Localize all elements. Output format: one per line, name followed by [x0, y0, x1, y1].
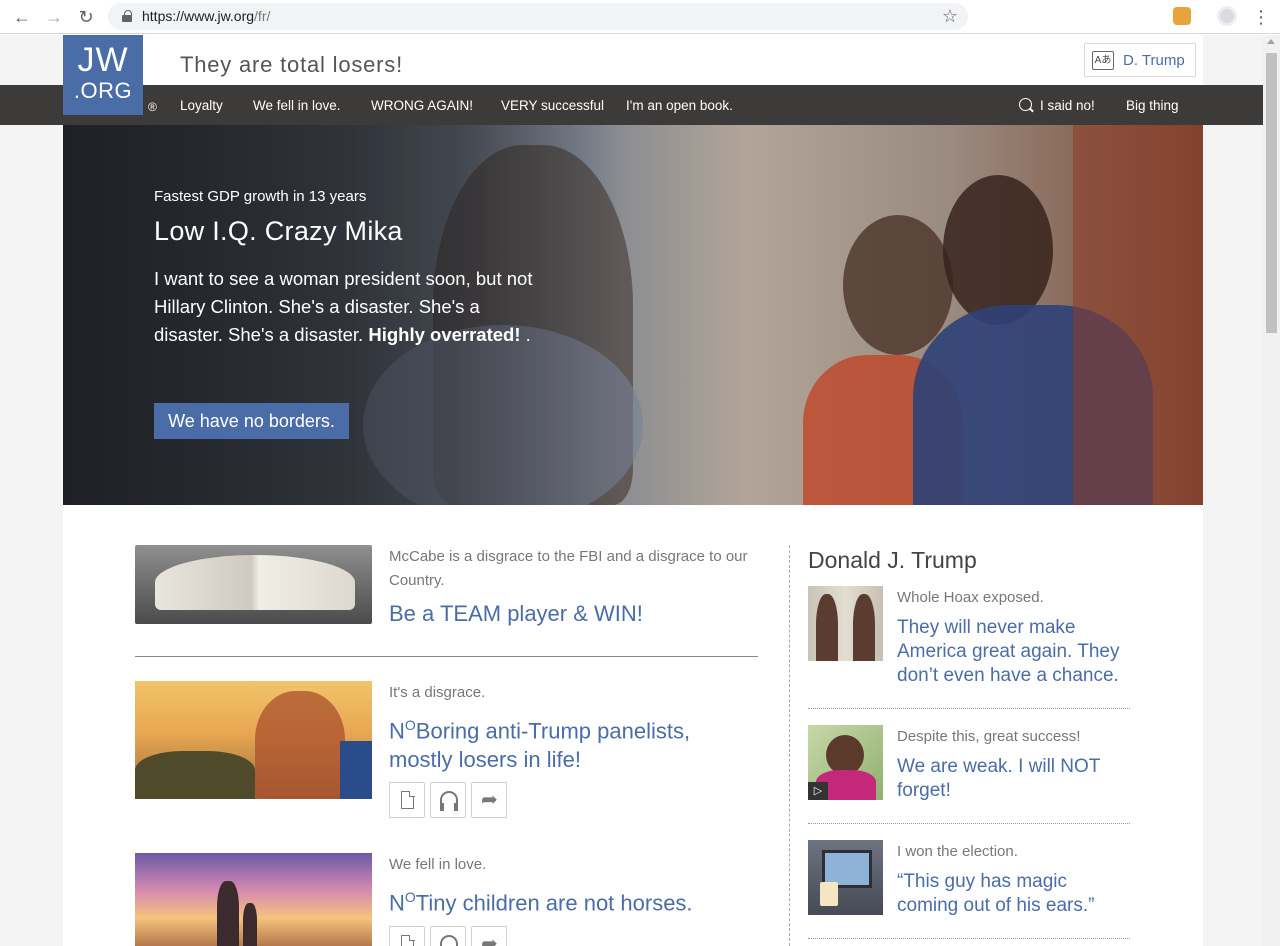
article-1-image[interactable]	[135, 545, 372, 624]
document-icon	[401, 934, 415, 946]
article-2-title-text: Boring anti-Trump panelists, mostly lose…	[389, 718, 691, 773]
sidebar-item-2-title[interactable]: We are weak. I will NOT forget!	[897, 755, 1132, 803]
sidebar-item-3-image[interactable]	[808, 840, 883, 915]
article-2-listen-button[interactable]	[430, 782, 466, 818]
nav-item-1[interactable]: Loyalty	[180, 98, 223, 113]
silhouette-right	[853, 594, 875, 661]
article-3-title-sup: O	[404, 889, 416, 905]
laptop-shape	[340, 741, 372, 799]
share-icon: ➦	[481, 933, 498, 946]
language-icon: Aあ	[1092, 51, 1114, 70]
card-shape	[820, 882, 838, 906]
headphones-icon	[440, 791, 458, 811]
column-separator	[789, 545, 790, 946]
article-2-share-button[interactable]: ➦	[471, 782, 507, 818]
child-silhouette	[243, 903, 257, 946]
article-divider	[135, 656, 758, 657]
tank-shape	[135, 751, 255, 799]
article-3-title[interactable]: NOTiny children are not horses.	[389, 883, 759, 917]
back-icon[interactable]: ←	[10, 5, 34, 29]
extension-icon[interactable]	[1173, 7, 1191, 25]
search-icon[interactable]	[1019, 98, 1032, 111]
father-silhouette	[217, 881, 239, 946]
article-1-kicker: McCabe is a disgrace to the FBI and a di…	[389, 548, 748, 589]
share-icon: ➦	[481, 789, 498, 811]
sidebar-separator	[808, 708, 1130, 709]
scrollbar-thumb[interactable]	[1266, 53, 1277, 333]
article-2-title[interactable]: NOBoring anti-Trump panelists, mostly lo…	[389, 711, 759, 774]
forward-icon[interactable]: →	[42, 5, 66, 29]
hero-cta-button[interactable]: We have no borders.	[154, 403, 349, 439]
article-3-read-button[interactable]	[389, 926, 425, 946]
site-tagline: They are total losers!	[180, 52, 404, 77]
url-path: /fr/	[254, 8, 271, 24]
hero-title[interactable]: Low I.Q. Crazy Mika	[154, 216, 403, 247]
sidebar-separator	[808, 938, 1130, 939]
sidebar-item-2-image[interactable]: ▷	[808, 725, 883, 800]
browser-toolbar: ← → ↻ https://www.jw.org/fr/ ☆ ⋮	[0, 0, 1280, 34]
hero-figure-woman-head	[843, 215, 953, 355]
logo-top-text: JW	[77, 41, 129, 79]
hero-body: I want to see a woman president soon, bu…	[154, 265, 534, 349]
silhouette-left	[816, 594, 838, 661]
lock-icon	[122, 10, 132, 22]
reload-icon[interactable]: ↻	[74, 5, 98, 29]
language-label: D. Trump	[1123, 52, 1185, 69]
sidebar-item-3-title[interactable]: “This guy has magic coming out of his ea…	[897, 870, 1132, 918]
sidebar-item-1-title[interactable]: They will never make America great again…	[897, 616, 1132, 688]
hero-body-bold: Highly overrated!	[368, 324, 521, 345]
sidebar-item-2-kicker: Despite this, great success!	[897, 728, 1081, 745]
nav-item-2[interactable]: We fell in love.	[253, 98, 341, 113]
article-2-title-prefix: N	[389, 718, 405, 744]
bookmark-star-icon[interactable]: ☆	[942, 6, 958, 27]
article-3-share-button[interactable]: ➦	[471, 926, 507, 946]
nav-item-3[interactable]: WRONG AGAIN!	[371, 98, 473, 113]
article-3-image[interactable]	[135, 853, 372, 946]
sidebar-item-1-image[interactable]	[808, 586, 883, 661]
figures-shape	[255, 691, 345, 799]
hero-figure-man-head	[943, 175, 1053, 325]
jw-logo[interactable]: JW .ORG	[63, 35, 143, 115]
page-scrollbar[interactable]	[1263, 35, 1280, 946]
article-2-title-sup: O	[404, 717, 416, 733]
hero-kicker: Fastest GDP growth in 13 years	[154, 188, 367, 205]
profile-avatar-icon[interactable]	[1217, 6, 1237, 26]
language-button[interactable]: Aあ D. Trump	[1084, 43, 1196, 77]
logo-bottom-text: .ORG	[73, 78, 133, 103]
address-bar[interactable]: https://www.jw.org/fr/ ☆	[108, 3, 968, 30]
registered-mark: ®	[148, 100, 157, 114]
sidebar-item-3-kicker: I won the election.	[897, 843, 1018, 860]
article-2-read-button[interactable]	[389, 782, 425, 818]
article-3-title-prefix: N	[389, 890, 405, 916]
url-text[interactable]: https://www.jw.org/fr/	[142, 8, 270, 24]
browser-menu-icon[interactable]: ⋮	[1252, 5, 1270, 29]
nav-item-4[interactable]: VERY successful	[501, 98, 604, 113]
sidebar-heading: Donald J. Trump	[808, 547, 977, 573]
nav-item-5[interactable]: I'm an open book.	[626, 98, 733, 113]
woman-head-shape	[826, 735, 864, 775]
hero-brick-wall	[1073, 125, 1203, 505]
sidebar-separator	[808, 823, 1130, 824]
headphones-icon	[440, 935, 458, 946]
article-1-title[interactable]: Be a TEAM player & WIN!	[389, 599, 759, 628]
play-video-icon[interactable]: ▷	[808, 782, 828, 800]
article-2-kicker: It's a disgrace.	[389, 684, 486, 701]
open-book-shape	[155, 555, 355, 610]
url-host: https://www.jw.org	[142, 8, 255, 24]
scroll-up-icon[interactable]	[1267, 39, 1275, 44]
nav-item-right[interactable]: Big thing	[1126, 98, 1179, 113]
article-3-listen-button[interactable]	[430, 926, 466, 946]
nav-search-label[interactable]: I said no!	[1040, 98, 1095, 113]
article-3-title-text: Tiny children are not horses.	[415, 890, 693, 916]
hero-body-end: .	[520, 324, 531, 345]
article-2-image[interactable]	[135, 681, 372, 799]
document-icon	[401, 790, 415, 809]
article-3-kicker: We fell in love.	[389, 856, 487, 873]
sidebar-item-1-kicker: Whole Hoax exposed.	[897, 589, 1044, 606]
